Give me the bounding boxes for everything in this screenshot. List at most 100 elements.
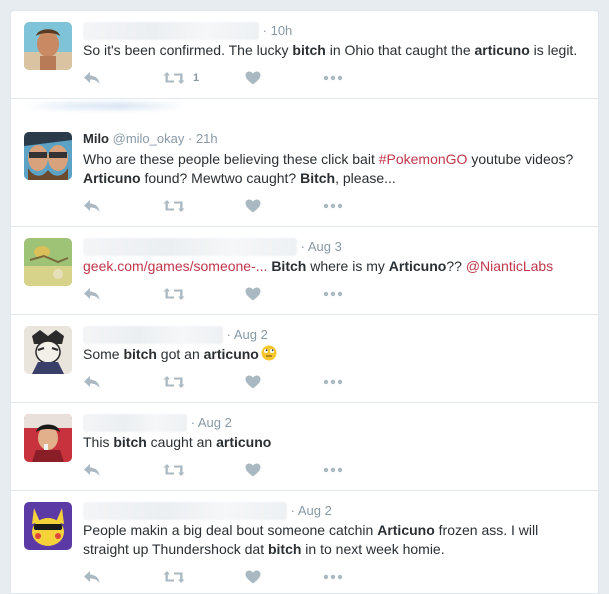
redacted-name [83, 238, 297, 256]
retweet-button[interactable] [163, 198, 185, 214]
reply-button[interactable] [83, 374, 101, 390]
tweet-timeline: · 10h So it's been confirmed. The lucky … [10, 10, 599, 594]
more-button[interactable] [323, 286, 343, 302]
avatar[interactable] [24, 132, 72, 180]
retweet-icon [163, 287, 185, 301]
avatar[interactable] [24, 238, 72, 286]
timestamp[interactable]: Aug 3 [308, 239, 342, 254]
retweet-icon [163, 570, 185, 584]
tweet-2[interactable]: Milo @milo_okay · 21h Who are these peop… [11, 99, 598, 227]
avatar[interactable] [24, 502, 72, 550]
reply-icon [83, 287, 101, 301]
heart-icon [245, 287, 261, 301]
avatar[interactable] [24, 326, 72, 374]
redacted-name [83, 22, 259, 40]
retweet-button[interactable] [163, 569, 185, 585]
tweet-4[interactable]: · Aug 2 Some bitch got an articuno [11, 315, 598, 403]
tweet-text: Some bitch got an articuno [83, 345, 584, 364]
text-segment: frozen ass. I will [434, 522, 539, 538]
tweet-text: geek.com/games/someone-... Bitch where i… [83, 257, 584, 276]
timestamp[interactable]: Aug 2 [234, 327, 268, 342]
text-line: Articuno found? Mewtwo caught? Bitch, pl… [83, 169, 584, 188]
text-segment: ?? [446, 258, 466, 274]
like-button[interactable] [245, 462, 261, 478]
reply-button[interactable] [83, 286, 101, 302]
tweet-6[interactable]: · Aug 2 People makin a big deal bout som… [11, 491, 598, 594]
avatar[interactable] [24, 22, 72, 70]
more-icon [323, 379, 343, 385]
more-icon [323, 467, 343, 473]
url-link[interactable]: geek.com/games/someone-... [83, 258, 267, 274]
separator: · [190, 415, 195, 430]
retweet-count: 1 [193, 72, 200, 84]
text-segment: straight up Thundershock dat [83, 541, 268, 557]
text-bold: articuno [474, 42, 530, 58]
tweet-3[interactable]: · Aug 3 geek.com/games/someone-... Bitch… [11, 227, 598, 315]
redacted-name [83, 326, 223, 344]
timestamp[interactable]: 21h [196, 131, 218, 146]
text-bold: articuno [216, 434, 272, 450]
mention-link[interactable]: @NianticLabs [466, 258, 553, 274]
text-segment: got an [156, 346, 204, 362]
text-segment: Who are these people believing these cli… [83, 151, 379, 167]
reply-button[interactable] [83, 70, 101, 86]
text-bold: bitch [292, 42, 326, 58]
reply-icon [83, 570, 101, 584]
like-button[interactable] [245, 286, 261, 302]
redacted-name [83, 414, 187, 432]
reply-button[interactable] [83, 462, 101, 478]
rolling-eyes-emoji-icon [261, 345, 277, 361]
tweet-header: Milo @milo_okay · 21h [83, 130, 218, 148]
like-button[interactable] [245, 569, 261, 585]
tweet-header: · 10h [83, 22, 292, 40]
reply-button[interactable] [83, 569, 101, 585]
retweet-icon [163, 199, 185, 213]
text-bold: Bitch [300, 170, 336, 186]
heart-icon [245, 375, 261, 389]
retweet-icon [163, 375, 185, 389]
user-handle[interactable]: @milo_okay [113, 131, 185, 146]
text-segment: caught an [146, 434, 217, 450]
tweet-1[interactable]: · 10h So it's been confirmed. The lucky … [11, 11, 598, 99]
retweet-button[interactable] [163, 462, 185, 478]
retweet-button[interactable] [163, 374, 185, 390]
tweet-5[interactable]: · Aug 2 This bitch caught an articuno [11, 403, 598, 491]
text-bold: bitch [113, 434, 147, 450]
more-button[interactable] [323, 569, 343, 585]
text-segment: Some [83, 346, 124, 362]
more-icon [323, 75, 343, 81]
more-button[interactable] [323, 374, 343, 390]
more-icon [323, 203, 343, 209]
more-button[interactable] [323, 462, 343, 478]
timestamp[interactable]: Aug 2 [198, 415, 232, 430]
retweet-button[interactable] [163, 286, 185, 302]
like-button[interactable] [245, 198, 261, 214]
retweet-button[interactable]: 1 [163, 70, 199, 86]
display-name[interactable]: Milo [83, 131, 109, 146]
text-segment: found? Mewtwo caught? [140, 170, 301, 186]
text-segment: in Ohio that caught the [325, 42, 475, 58]
heart-icon [245, 463, 261, 477]
redacted-name [83, 502, 287, 520]
hashtag-link[interactable]: #PokemonGO [379, 151, 468, 167]
more-button[interactable] [323, 198, 343, 214]
more-button[interactable] [323, 70, 343, 86]
tweet-text: So it's been confirmed. The lucky bitch … [83, 41, 584, 60]
text-segment: where is my [306, 258, 389, 274]
timestamp[interactable]: Aug 2 [298, 503, 332, 518]
like-button[interactable] [245, 70, 261, 86]
tweet-text: This bitch caught an articuno [83, 433, 584, 452]
more-icon [323, 291, 343, 297]
timestamp[interactable]: 10h [271, 23, 293, 38]
text-segment: youtube videos? [467, 151, 574, 167]
like-button[interactable] [245, 374, 261, 390]
text-bold: articuno [203, 346, 259, 362]
text-segment: is legit. [529, 42, 578, 58]
text-bold: bitch [123, 346, 157, 362]
separator: · [187, 131, 193, 146]
text-bold: Articuno [83, 170, 141, 186]
reply-button[interactable] [83, 198, 101, 214]
avatar[interactable] [24, 414, 72, 462]
separator: · [290, 503, 295, 518]
reply-icon [83, 199, 101, 213]
